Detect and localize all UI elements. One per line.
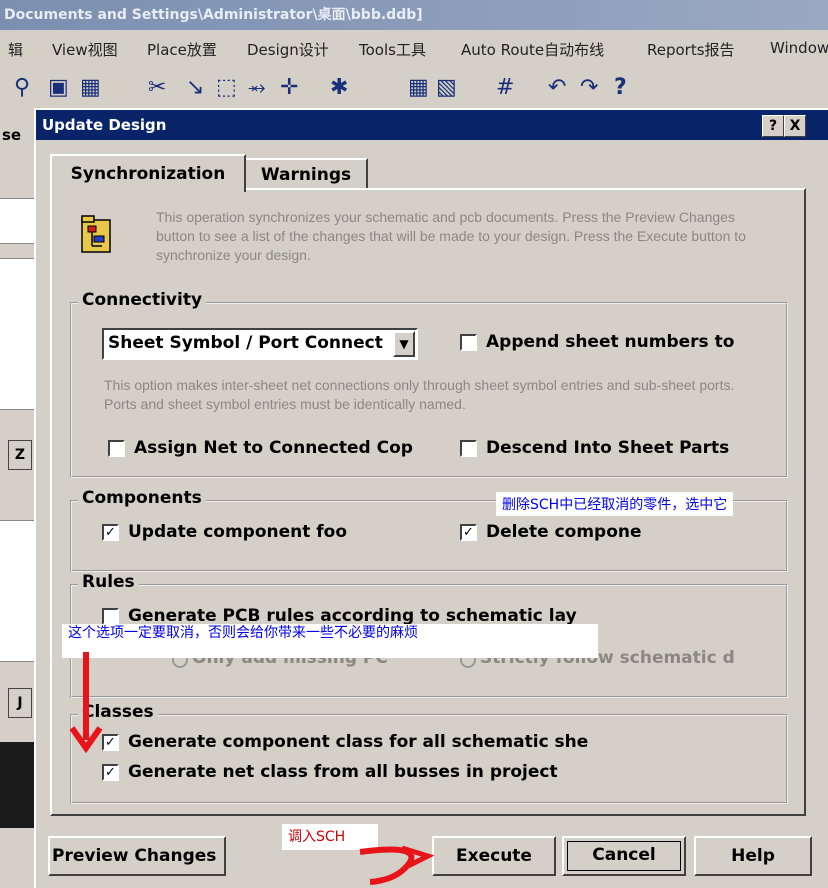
annotation-arrows (69, 652, 435, 885)
tab-synchronization[interactable]: Synchronization (50, 154, 246, 192)
red-arrow-head-right (401, 845, 435, 871)
